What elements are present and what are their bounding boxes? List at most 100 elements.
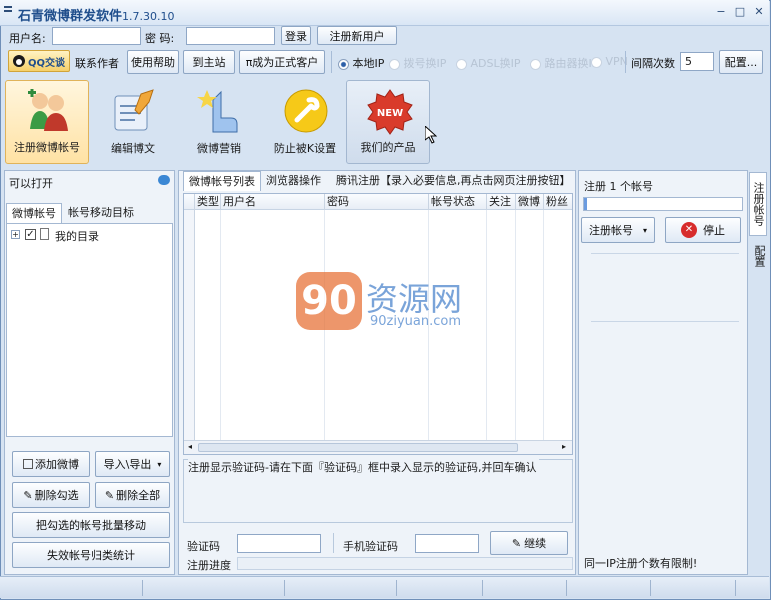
password-label: 密 码: bbox=[145, 32, 175, 45]
close-icon[interactable]: ✕ bbox=[750, 4, 768, 20]
continue-label: 继续 bbox=[524, 537, 547, 550]
minimize-icon[interactable]: − bbox=[712, 4, 730, 20]
status-divider bbox=[566, 580, 567, 596]
title-bar: 石青微博群发软件1.7.30.10 − □ ✕ bbox=[0, 0, 769, 26]
center-panel: 微博帐号列表 浏览器操作 腾讯注册【录入必要信息,再点击网页注册按钮】 类型 用… bbox=[178, 170, 576, 575]
scroll-right-icon[interactable]: ▸ bbox=[562, 442, 566, 451]
eraser-icon: ✎ bbox=[23, 488, 33, 502]
invalid-stats-button[interactable]: 失效帐号归类统计 bbox=[12, 542, 170, 568]
right-panel: 注册 1 个帐号 注册帐号 ▾ ✕ 停止 同一IP注册个数有限制! bbox=[578, 170, 748, 575]
tab-account-list[interactable]: 微博帐号列表 bbox=[183, 171, 261, 191]
col-status[interactable]: 帐号状态 bbox=[429, 194, 487, 210]
scroll-left-icon[interactable]: ◂ bbox=[188, 442, 192, 451]
status-divider bbox=[650, 580, 651, 596]
status-divider bbox=[482, 580, 483, 596]
left-tabs: 微博帐号 帐号移动目标 bbox=[5, 203, 174, 223]
contact-author-link[interactable]: 联系作者 bbox=[75, 55, 119, 71]
register-account-btn-label: 注册帐号 bbox=[588, 224, 633, 237]
tree-expand-icon[interactable]: + bbox=[11, 230, 20, 239]
horizontal-scrollbar[interactable]: ◂ ▸ bbox=[184, 440, 572, 454]
anti-ban-settings-tool[interactable]: 防止被K设置 bbox=[263, 80, 347, 164]
maximize-icon[interactable]: □ bbox=[731, 4, 749, 20]
tree-root-label[interactable]: 我的目录 bbox=[55, 228, 99, 244]
qq-penguin-icon bbox=[12, 55, 25, 67]
edit-post-tool[interactable]: 编辑博文 bbox=[91, 80, 175, 164]
grid-divider bbox=[195, 210, 221, 440]
col-follow[interactable]: 关注 bbox=[487, 194, 516, 210]
ip-option-adsl[interactable]: ADSL换IP bbox=[456, 55, 520, 71]
stop-icon: ✕ bbox=[681, 222, 697, 238]
ip-option-vpn[interactable]: VPN bbox=[591, 55, 628, 68]
qq-chat-label: QQ交谈 bbox=[27, 57, 65, 69]
ip-option-label: 本地IP bbox=[352, 57, 385, 70]
stop-button[interactable]: ✕ 停止 bbox=[665, 217, 741, 243]
account-count-slider[interactable] bbox=[583, 197, 743, 211]
password-input[interactable] bbox=[186, 27, 275, 45]
captcha-divider bbox=[333, 533, 334, 553]
col-password[interactable]: 密码 bbox=[325, 194, 429, 210]
ip-option-dial[interactable]: 拨号换IP bbox=[389, 55, 446, 71]
tree-checkbox[interactable]: ✓ bbox=[25, 229, 36, 240]
pencil-icon: ✎ bbox=[511, 536, 522, 550]
import-export-button[interactable]: 导入\导出 ▾ bbox=[95, 451, 170, 477]
register-user-button[interactable]: 注册新用户 bbox=[317, 26, 397, 45]
app-menu-icon[interactable] bbox=[4, 6, 12, 8]
radio-selected-icon bbox=[338, 58, 349, 70]
eraser-icon: ✎ bbox=[104, 488, 115, 502]
grid-indicator-header bbox=[184, 194, 195, 210]
col-fans[interactable]: 粉丝 bbox=[544, 194, 572, 210]
delete-all-button[interactable]: ✎ 删除全部 bbox=[95, 482, 170, 508]
side-tab-register[interactable]: 注册帐号 bbox=[749, 172, 767, 236]
captcha-input[interactable] bbox=[237, 534, 321, 553]
grid-divider bbox=[516, 210, 544, 440]
tab-tencent-register[interactable]: 腾讯注册【录入必要信息,再点击网页注册按钮】 bbox=[331, 171, 573, 191]
right-panel-title: 注册 1 个帐号 bbox=[584, 180, 653, 193]
captcha-group: 注册显示验证码-请在下面『验证码』框中录入显示的验证码,并回车确认 bbox=[183, 459, 573, 523]
tab-move-targets[interactable]: 帐号移动目标 bbox=[63, 203, 139, 223]
right-divider bbox=[591, 253, 739, 254]
login-button[interactable]: 登录 bbox=[281, 26, 311, 45]
continue-button[interactable]: ✎ 继续 bbox=[490, 531, 568, 555]
home-button[interactable]: 到主站 bbox=[183, 50, 235, 74]
ip-option-router[interactable]: 路由器换IP bbox=[530, 55, 598, 71]
config-button[interactable]: 配置... bbox=[719, 50, 763, 74]
status-divider bbox=[735, 580, 736, 596]
add-weibo-button[interactable]: 添加微博 bbox=[12, 451, 90, 477]
qq-chat-button[interactable]: QQ交谈 bbox=[8, 50, 70, 72]
delete-all-label: 删除全部 bbox=[116, 489, 161, 502]
watermark-url: 90ziyuan.com bbox=[370, 314, 462, 329]
register-account-button[interactable]: 注册帐号 ▾ bbox=[581, 217, 655, 243]
become-customer-button[interactable]: π成为正式客户 bbox=[239, 50, 325, 74]
login-row: 用户名: 密 码: 登录 注册新用户 bbox=[0, 26, 769, 48]
ip-option-local[interactable]: 本地IP bbox=[338, 55, 384, 71]
register-account-tool[interactable]: 注册微博帐号 bbox=[5, 80, 89, 164]
col-type[interactable]: 类型 bbox=[195, 194, 221, 210]
grid-divider bbox=[487, 210, 516, 440]
batch-move-button[interactable]: 把勾选的帐号批量移动 bbox=[12, 512, 170, 538]
username-input[interactable] bbox=[52, 27, 141, 45]
folder-icon bbox=[40, 228, 49, 240]
our-products-tool[interactable]: NEW 我们的产品 bbox=[346, 80, 430, 164]
tab-weibo-accounts[interactable]: 微博帐号 bbox=[6, 203, 62, 223]
ip-option-label: 拨号换IP bbox=[403, 57, 447, 70]
center-tabs: 微博帐号列表 浏览器操作 腾讯注册【录入必要信息,再点击网页注册按钮】 bbox=[183, 171, 573, 191]
mouse-cursor-icon bbox=[425, 126, 437, 144]
delete-checked-button[interactable]: ✎ 删除勾选 bbox=[12, 482, 90, 508]
status-divider bbox=[396, 580, 397, 596]
add-weibo-label: 添加微博 bbox=[35, 458, 79, 471]
main-function-bar: 注册微博帐号 编辑博文 微博营销 防止被K设置 NEW 我们的产品 bbox=[5, 80, 765, 166]
help-button[interactable]: 使用帮助 bbox=[127, 50, 179, 74]
col-username[interactable]: 用户名 bbox=[221, 194, 325, 210]
interval-spinner[interactable]: 5 bbox=[680, 52, 714, 71]
col-weibo[interactable]: 微博 bbox=[516, 194, 544, 210]
side-tab-config[interactable]: 配置 bbox=[749, 238, 767, 274]
row-indicator-column bbox=[184, 210, 195, 440]
marketing-tool[interactable]: 微博营销 bbox=[177, 80, 261, 164]
scrollbar-thumb[interactable] bbox=[198, 443, 518, 452]
register-progress-bar bbox=[237, 557, 573, 570]
phone-captcha-input[interactable] bbox=[415, 534, 479, 553]
tab-browser-ops[interactable]: 浏览器操作 bbox=[261, 171, 326, 191]
edit-post-label: 编辑博文 bbox=[111, 142, 155, 155]
chat-bubble-icon[interactable] bbox=[158, 175, 170, 185]
phone-captcha-label: 手机验证码 bbox=[343, 540, 398, 553]
